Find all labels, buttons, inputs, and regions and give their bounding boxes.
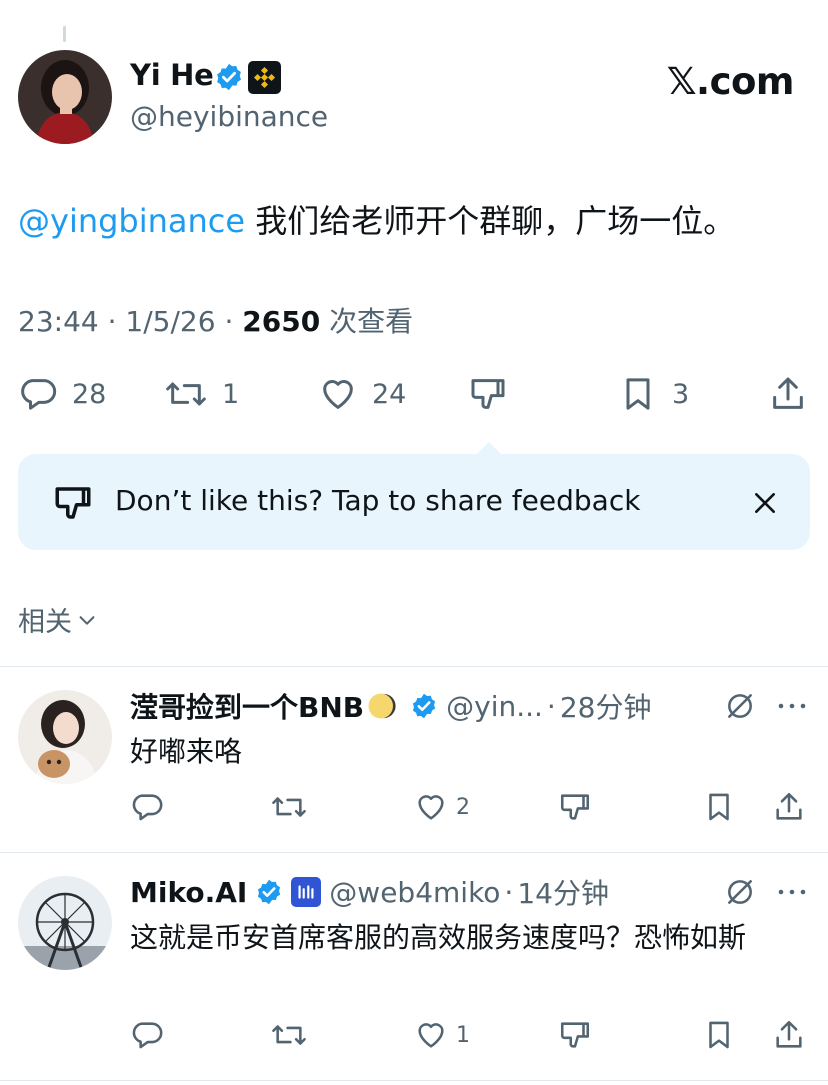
like-button[interactable]: 24 (318, 374, 406, 414)
reply-author-name[interactable]: 滢哥捡到一个BNB (130, 686, 364, 726)
reply-icon (132, 1022, 163, 1049)
retweet-icon (166, 382, 206, 406)
reply-like-button[interactable]: 2 (414, 790, 470, 824)
views-label: 次查看 (329, 305, 414, 338)
share-icon (776, 1020, 802, 1048)
reply-retweet-button[interactable] (270, 790, 308, 824)
tweet-body: 我们给老师开个群聊，广场一位。 (245, 202, 736, 240)
thumbs-down-icon (560, 1022, 590, 1048)
share-button[interactable] (768, 374, 808, 414)
views-count: 2650 (242, 305, 321, 338)
reply-bookmark-button[interactable] (702, 1018, 736, 1052)
more-options-icon[interactable] (776, 694, 808, 718)
reply-avatar[interactable] (18, 876, 112, 970)
reply-dislike-button[interactable] (558, 1018, 592, 1052)
author-handle[interactable]: @heyibinance (130, 100, 328, 133)
reply-bookmark-button[interactable] (702, 790, 736, 824)
close-icon[interactable] (752, 490, 778, 516)
author-avatar[interactable] (18, 50, 112, 144)
share-icon (776, 792, 802, 820)
share-icon (773, 377, 803, 409)
reply-retweet-button[interactable] (270, 1018, 308, 1052)
reply-time: 28分钟 (559, 691, 652, 724)
like-count: 24 (372, 378, 407, 410)
reply-header: Miko.AI @web4miko · 14分钟 (130, 872, 609, 912)
thread-connector (63, 26, 66, 42)
site-logo: 𝕏.com (666, 60, 795, 103)
tweet-time: 23:44 (18, 305, 99, 338)
tweet-text: @yingbinance 我们给老师开个群聊，广场一位。 (18, 196, 735, 246)
heart-icon (323, 380, 353, 409)
reply-reply-button[interactable] (130, 790, 164, 824)
heart-icon (418, 795, 444, 820)
binance-affiliate-icon (248, 61, 281, 94)
reply-share-button[interactable] (772, 1018, 806, 1052)
reply-text: 好嘟来咯 (130, 735, 243, 768)
reply-count: 28 (72, 378, 107, 410)
retweet-count: 1 (222, 378, 240, 410)
mention-link[interactable]: @yingbinance (18, 202, 245, 240)
thumbs-down-icon (560, 794, 590, 820)
bookmark-count: 3 (672, 378, 690, 410)
verified-badge-icon (413, 693, 436, 719)
verified-badge-icon (258, 879, 281, 905)
bookmark-icon (709, 793, 729, 821)
reply-reply-button[interactable] (130, 1018, 164, 1052)
divider (0, 852, 828, 853)
feedback-card[interactable]: Don’t like this? Tap to share feedback (18, 454, 810, 550)
related-sort-dropdown[interactable]: 相关 (18, 600, 98, 639)
divider (0, 666, 828, 667)
related-label: 相关 (18, 607, 72, 638)
bookmark-button[interactable]: 3 (618, 374, 689, 414)
verified-badge-icon (214, 62, 244, 92)
feedback-text: Don’t like this? Tap to share feedback (115, 484, 641, 517)
reply-share-button[interactable] (772, 790, 806, 824)
affiliate-badge-icon (291, 877, 322, 907)
bookmark-icon (709, 1021, 729, 1049)
reply-author-handle[interactable]: @web4miko (329, 876, 500, 909)
tweet-date: 1/5/26 (125, 305, 216, 338)
moon-icon (368, 693, 396, 719)
author-name[interactable]: Yi He (130, 58, 214, 92)
retweet-button[interactable]: 1 (164, 374, 239, 414)
heart-icon (418, 1023, 444, 1048)
reply-dislike-button[interactable] (558, 790, 592, 824)
dislike-button[interactable] (468, 374, 508, 414)
reply-text: 这就是币安首席客服的高效服务速度吗？恐怖如斯 (130, 921, 747, 954)
reply-like-count: 1 (456, 1022, 470, 1048)
thumbs-down-icon (471, 379, 505, 409)
chevron-down-icon (79, 615, 95, 625)
reply-icon (132, 794, 163, 821)
reply-like-count: 2 (456, 794, 470, 820)
grok-icon[interactable] (724, 876, 756, 908)
reply-icon (21, 379, 57, 410)
bookmark-icon (626, 378, 650, 410)
reply-button[interactable]: 28 (18, 374, 106, 414)
reply-header: 滢哥捡到一个BNB @yin... · 28分钟 (130, 686, 651, 726)
tweet-meta: 23:44 · 1/5/26 · 2650 次查看 (18, 305, 414, 338)
retweet-icon (272, 797, 306, 817)
reply-like-button[interactable]: 1 (414, 1018, 470, 1052)
thumbs-down-icon (55, 487, 91, 519)
divider (0, 1080, 828, 1081)
reply-avatar[interactable] (18, 690, 112, 784)
grok-icon[interactable] (724, 690, 756, 722)
retweet-icon (272, 1025, 306, 1045)
more-options-icon[interactable] (776, 880, 808, 904)
reply-author-name[interactable]: Miko.AI (130, 876, 247, 909)
reply-time: 14分钟 (517, 877, 609, 910)
reply-author-handle[interactable]: @yin... (446, 690, 543, 723)
